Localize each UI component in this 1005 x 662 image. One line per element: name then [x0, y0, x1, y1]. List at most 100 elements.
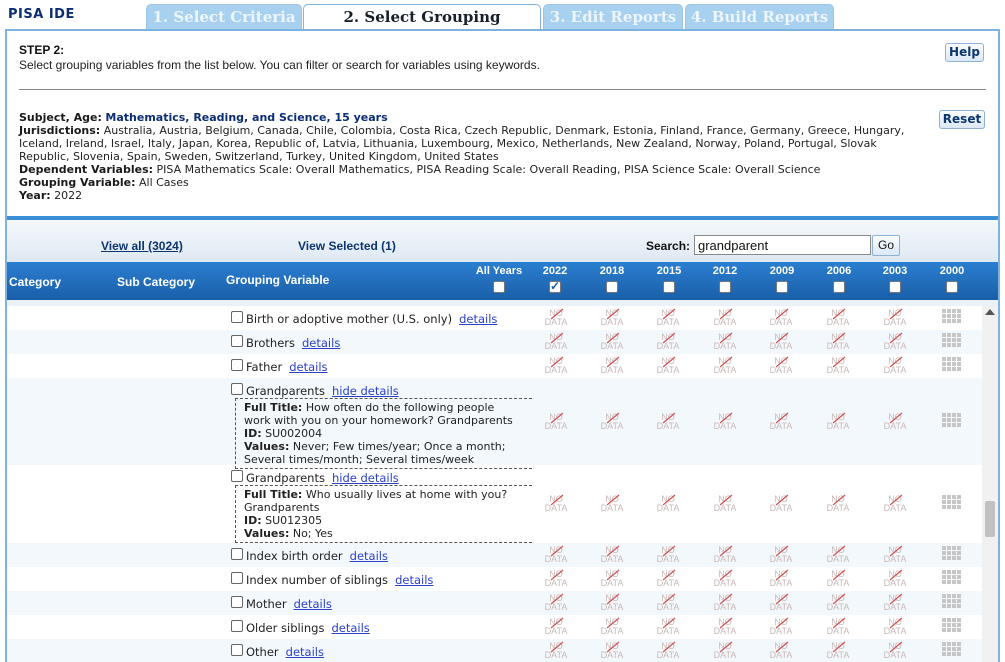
- scroll-up-arrow-icon[interactable]: [985, 309, 995, 315]
- no-data-slash-icon: [775, 412, 789, 424]
- variable-name: Older siblings details: [246, 621, 370, 635]
- year-checkbox-2012[interactable]: [719, 281, 731, 293]
- variable-label: Grandparents: [246, 384, 325, 398]
- no-data-badge: NO DATA: [592, 618, 632, 636]
- all-years-checkbox[interactable]: [493, 281, 505, 293]
- no-data-slash-icon: [832, 308, 846, 320]
- no-data-badge: NO DATA: [761, 333, 801, 351]
- year-checkbox-2018[interactable]: [606, 281, 618, 293]
- no-data-badge: NO DATA: [761, 618, 801, 636]
- hide-details-link[interactable]: hide details: [332, 384, 399, 398]
- sub-category-header: Sub Category: [117, 275, 196, 289]
- not-available-grid-icon: [942, 642, 961, 660]
- variable-checkbox[interactable]: [231, 311, 243, 323]
- variable-checkbox[interactable]: [231, 470, 243, 482]
- tab-build-reports[interactable]: 4. Build Reports: [685, 4, 834, 30]
- no-data-badge: NO DATA: [761, 309, 801, 327]
- details-link[interactable]: details: [289, 360, 327, 374]
- variable-checkbox[interactable]: [231, 620, 243, 632]
- year-label-2015: 2015: [656, 265, 682, 277]
- no-data-slash-icon: [550, 593, 564, 605]
- table-row: Mother details NO DATA NO DATA NO DATA NO DATA NO D…: [7, 591, 982, 615]
- details-link[interactable]: details: [459, 312, 497, 326]
- scrollbar-thumb[interactable]: [985, 501, 995, 537]
- variable-checkbox[interactable]: [231, 359, 243, 371]
- details-link[interactable]: details: [286, 645, 324, 659]
- details-link[interactable]: details: [350, 549, 388, 563]
- variable-checkbox[interactable]: [231, 644, 243, 656]
- no-data-slash-icon: [550, 494, 564, 506]
- table-row: Father details NO DATA NO DATA NO DATA NO DATA NO D…: [7, 354, 982, 378]
- view-selected-link[interactable]: View Selected (1): [298, 239, 396, 253]
- year-checkbox-2009[interactable]: [776, 281, 788, 293]
- year-checkbox-2022[interactable]: [549, 279, 561, 293]
- no-data-slash-icon: [832, 332, 846, 344]
- table-scrollbar[interactable]: [982, 306, 998, 662]
- tab-select-grouping-variables[interactable]: 2. Select Grouping Variables: [303, 4, 541, 50]
- no-data-slash-icon: [719, 593, 733, 605]
- values-label: Values:: [244, 527, 290, 540]
- no-data-badge: NO DATA: [536, 495, 576, 513]
- no-data-badge: NO DATA: [536, 594, 576, 612]
- year-checkbox-2003[interactable]: [889, 281, 901, 293]
- year-checkbox-2000[interactable]: [946, 281, 958, 293]
- not-available-grid-icon: [942, 309, 961, 327]
- table-row: Grandparents hide details Full Title: Who …: [7, 465, 982, 543]
- table-row: Brothers details NO DATA NO DATA NO DATA NO DATA N…: [7, 330, 982, 354]
- reset-button[interactable]: Reset: [939, 110, 985, 129]
- search-input[interactable]: [694, 235, 871, 255]
- no-data-badge: NO DATA: [818, 309, 858, 327]
- year-label-2009: 2009: [769, 265, 795, 277]
- table-row: Other details NO DATA NO DATA NO DATA NO DATA NO DA…: [7, 639, 982, 662]
- year-checkbox-2006[interactable]: [833, 281, 845, 293]
- no-data-slash-icon: [606, 569, 620, 581]
- help-button[interactable]: Help: [945, 43, 984, 62]
- top-bar: PISA IDE 1. Select Criteria 2. Select Gr…: [0, 0, 1005, 50]
- details-link[interactable]: details: [395, 573, 433, 587]
- variable-name: Brothers details: [246, 336, 340, 350]
- no-data-badge: NO DATA: [592, 413, 632, 431]
- no-data-badge: NO DATA: [818, 642, 858, 660]
- no-data-badge: NO DATA: [818, 570, 858, 588]
- tab-edit-reports[interactable]: 3. Edit Reports: [543, 4, 683, 30]
- variable-label: Birth or adoptive mother (U.S. only): [246, 312, 453, 326]
- no-data-slash-icon: [550, 545, 564, 557]
- no-data-slash-icon: [719, 545, 733, 557]
- variable-checkbox[interactable]: [231, 596, 243, 608]
- year-checkbox-2015[interactable]: [663, 281, 675, 293]
- variable-checkbox[interactable]: [231, 383, 243, 395]
- variable-label: Older siblings: [246, 621, 325, 635]
- no-data-badge: NO DATA: [536, 413, 576, 431]
- go-button[interactable]: Go: [872, 235, 900, 256]
- view-all-link[interactable]: View all (3024): [101, 239, 183, 253]
- hide-details-link[interactable]: hide details: [332, 471, 399, 485]
- step-title: STEP 2:: [19, 43, 65, 57]
- details-link[interactable]: details: [302, 336, 340, 350]
- no-data-slash-icon: [662, 494, 676, 506]
- tab-select-criteria[interactable]: 1. Select Criteria: [146, 4, 302, 30]
- no-data-badge: NO DATA: [705, 618, 745, 636]
- year-value: 2022: [54, 189, 83, 202]
- no-data-badge: NO DATA: [648, 618, 688, 636]
- details-link[interactable]: details: [294, 597, 332, 611]
- grouping-variable-header: Grouping Variable: [226, 273, 330, 287]
- id-label: ID:: [244, 427, 262, 440]
- no-data-slash-icon: [662, 569, 676, 581]
- no-data-slash-icon: [662, 545, 676, 557]
- jurisdictions-label: Jurisdictions:: [19, 124, 101, 137]
- no-data-badge: NO DATA: [761, 546, 801, 564]
- variable-checkbox[interactable]: [231, 335, 243, 347]
- variable-checkbox[interactable]: [231, 548, 243, 560]
- no-data-badge: NO DATA: [592, 333, 632, 351]
- details-link[interactable]: details: [331, 621, 369, 635]
- variable-checkbox[interactable]: [231, 572, 243, 584]
- column-header: Category Sub Category Grouping Variable …: [7, 262, 998, 300]
- no-data-badge: NO DATA: [818, 546, 858, 564]
- year-label-2000: 2000: [939, 265, 965, 277]
- year-column-2012: 2012: [700, 265, 750, 293]
- id-value: SU012305: [265, 514, 323, 527]
- year-column-2015: 2015: [644, 265, 694, 293]
- no-data-badge: NO DATA: [818, 333, 858, 351]
- no-data-badge: NO DATA: [705, 546, 745, 564]
- no-data-slash-icon: [775, 545, 789, 557]
